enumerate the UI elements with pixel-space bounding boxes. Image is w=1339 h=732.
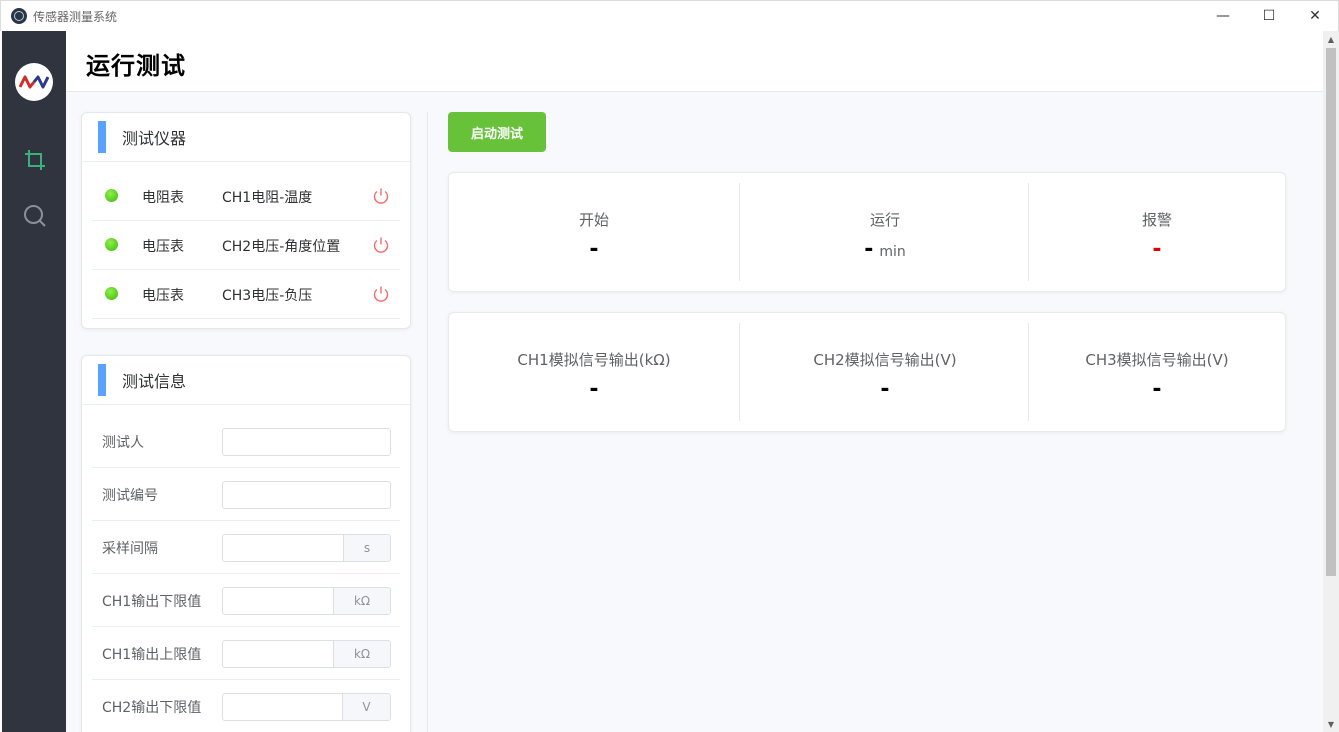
- unit-suffix: V: [342, 694, 390, 720]
- signal-value: -: [589, 377, 599, 402]
- signal-value: -: [1152, 377, 1162, 402]
- field-label: 采样间隔: [102, 541, 158, 557]
- tester-input[interactable]: [222, 428, 391, 456]
- window-title: 传感器测量系统: [33, 9, 118, 24]
- power-icon[interactable]: [372, 187, 390, 205]
- logo-mark: [19, 75, 49, 89]
- window-titlebar: 传感器测量系统 — ☐ ✕: [0, 0, 1339, 31]
- page-header: 运行测试: [66, 31, 1323, 92]
- instrument-channel: CH1电阻-温度: [222, 190, 313, 206]
- panel-accent-bar: [98, 121, 106, 153]
- scroll-thumb[interactable]: [1326, 48, 1336, 576]
- stat-label: 运行: [869, 211, 900, 229]
- signal-label: CH1模拟信号输出(kΩ): [517, 351, 671, 369]
- ch1-signal: CH1模拟信号输出(kΩ) -: [449, 323, 739, 421]
- logo-icon[interactable]: [15, 63, 53, 101]
- test-info-title: 测试信息: [122, 372, 187, 391]
- instruments-header: 测试仪器: [82, 113, 410, 162]
- form-row: CH1输出上限值 kΩ: [92, 627, 400, 680]
- test-number-input[interactable]: [222, 481, 391, 509]
- minimize-button[interactable]: —: [1200, 1, 1246, 31]
- status-dot-icon: [105, 287, 118, 300]
- search-icon-svg: [24, 205, 46, 227]
- form-row: 测试编号: [92, 468, 400, 521]
- signal-label: CH2模拟信号输出(V): [813, 351, 957, 369]
- close-button[interactable]: ✕: [1292, 1, 1338, 31]
- power-icon[interactable]: [372, 236, 390, 254]
- run-value: -: [864, 237, 874, 262]
- instrument-type: 电阻表: [142, 190, 184, 206]
- power-icon[interactable]: [372, 285, 390, 303]
- start-stat: 开始 -: [449, 183, 739, 281]
- field-label: CH2输出下限值: [102, 700, 202, 716]
- form-row: CH1输出下限值 kΩ: [92, 574, 400, 627]
- ch1-lower-input[interactable]: kΩ: [222, 587, 391, 615]
- search-icon[interactable]: [22, 203, 48, 229]
- instrument-row: 电压表 CH2电压-角度位置: [92, 221, 400, 270]
- alarm-stat: 报警 -: [1029, 183, 1285, 281]
- status-card: 开始 - 运行 - min 报警 -: [448, 172, 1286, 292]
- sample-interval-field[interactable]: [223, 535, 343, 561]
- status-dot-icon: [105, 189, 118, 202]
- ch1-upper-field[interactable]: [223, 641, 333, 667]
- stat-value: -: [449, 237, 739, 262]
- start-value: -: [589, 237, 599, 262]
- signal-card: CH1模拟信号输出(kΩ) - CH2模拟信号输出(V) - CH3模拟信号输出…: [448, 312, 1286, 432]
- stat-label: 报警: [1141, 211, 1172, 229]
- test-info-panel: 测试信息 测试人 测试编号 采样间隔 s CH1输出下限值 kΩ CH1输出上限…: [81, 355, 411, 732]
- start-test-button[interactable]: 启动测试: [448, 112, 546, 152]
- stat-value: - min: [740, 237, 1030, 262]
- instrument-row: 电阻表 CH1电阻-温度: [92, 172, 400, 221]
- field-label: 测试编号: [102, 488, 158, 504]
- unit-suffix: s: [343, 535, 390, 561]
- crop-icon[interactable]: [22, 147, 48, 173]
- field-label: 测试人: [102, 435, 144, 451]
- app-icon: [11, 8, 27, 24]
- ch2-signal: CH2模拟信号输出(V) -: [740, 323, 1030, 421]
- instrument-type: 电压表: [142, 288, 184, 304]
- test-info-header: 测试信息: [82, 356, 410, 405]
- run-unit: min: [879, 244, 906, 260]
- column-divider: [427, 112, 428, 732]
- stat-value: -: [1029, 237, 1285, 262]
- unit-suffix: kΩ: [333, 588, 390, 614]
- scroll-down-icon[interactable]: ▼: [1323, 716, 1339, 732]
- ch2-lower-field[interactable]: [223, 694, 342, 720]
- signal-value: -: [880, 377, 890, 402]
- unit-suffix: kΩ: [333, 641, 390, 667]
- instruments-panel: 测试仪器 电阻表 CH1电阻-温度 电压表 CH2电压-角度位置 电压表 CH3…: [81, 112, 411, 329]
- scroll-up-icon[interactable]: ▲: [1323, 31, 1339, 47]
- instrument-row: 电压表 CH3电压-负压: [92, 270, 400, 319]
- field-label: CH1输出上限值: [102, 647, 202, 663]
- ch1-lower-field[interactable]: [223, 588, 333, 614]
- alarm-value: -: [1152, 237, 1162, 262]
- instrument-channel: CH2电压-角度位置: [222, 239, 341, 255]
- ch1-upper-input[interactable]: kΩ: [222, 640, 391, 668]
- ch3-signal: CH3模拟信号输出(V) -: [1029, 323, 1285, 421]
- instrument-type: 电压表: [142, 239, 184, 255]
- instrument-channel: CH3电压-负压: [222, 288, 313, 304]
- status-dot-icon: [105, 238, 118, 251]
- main-content: 测试仪器 电阻表 CH1电阻-温度 电压表 CH2电压-角度位置 电压表 CH3…: [66, 92, 1323, 732]
- stat-label: 开始: [578, 211, 609, 229]
- vertical-scrollbar[interactable]: ▲ ▼: [1323, 31, 1339, 732]
- crop-icon-svg: [25, 150, 45, 170]
- field-label: CH1输出下限值: [102, 594, 202, 610]
- run-stat: 运行 - min: [740, 183, 1030, 281]
- form-row: 测试人: [92, 415, 400, 468]
- sample-interval-input[interactable]: s: [222, 534, 391, 562]
- form-row: CH2输出下限值 V: [92, 680, 400, 732]
- form-row: 采样间隔 s: [92, 521, 400, 574]
- signal-label: CH3模拟信号输出(V): [1085, 351, 1229, 369]
- sidebar: [2, 31, 66, 732]
- maximize-button[interactable]: ☐: [1246, 1, 1292, 31]
- page-title: 运行测试: [86, 52, 186, 80]
- ch2-lower-input[interactable]: V: [222, 693, 391, 721]
- panel-accent-bar: [98, 364, 106, 396]
- window-controls: — ☐ ✕: [1200, 1, 1338, 31]
- instruments-title: 测试仪器: [122, 129, 187, 148]
